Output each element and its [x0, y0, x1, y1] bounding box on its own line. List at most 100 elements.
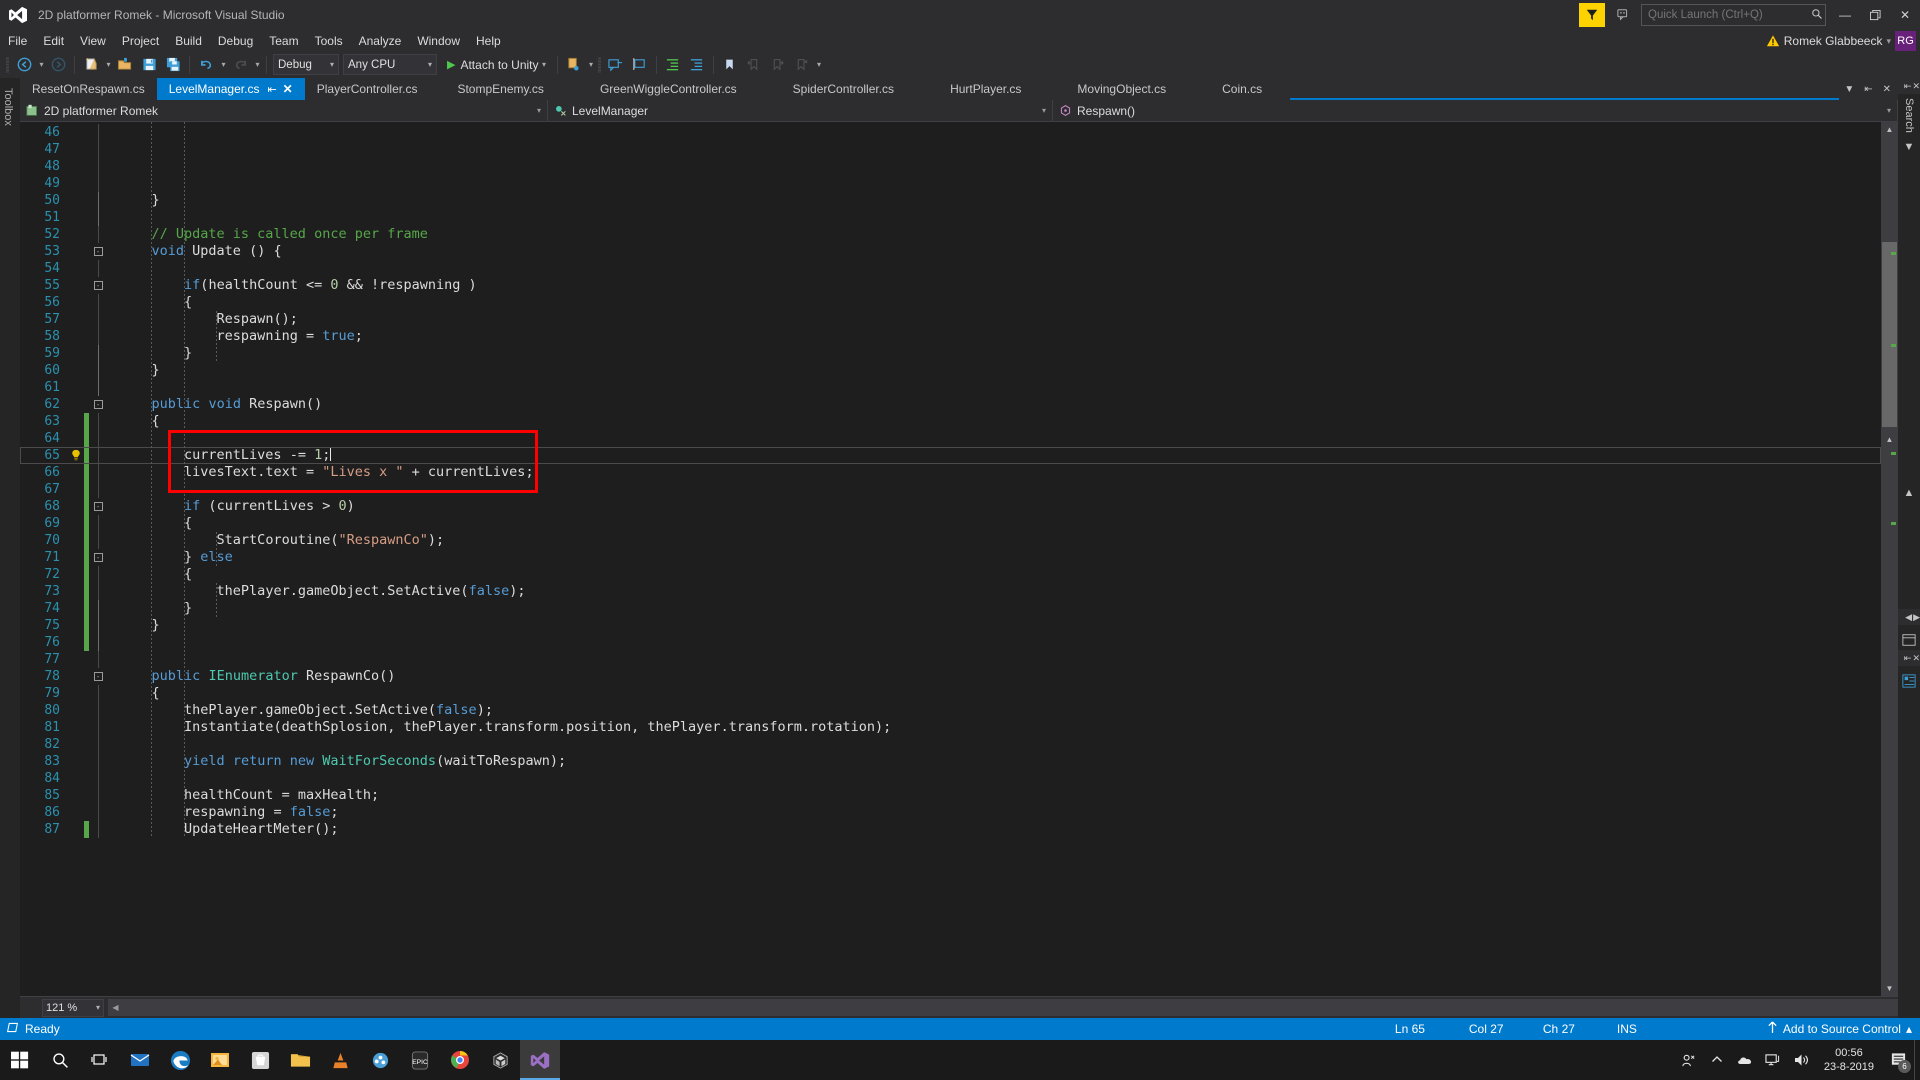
clear-bookmarks-icon[interactable] — [791, 54, 813, 76]
chevron-down-icon[interactable]: ▾ — [540, 60, 549, 69]
horizontal-scrollbar-track[interactable]: ◀ — [108, 999, 1898, 1016]
fold-toggle-icon[interactable]: - — [89, 553, 107, 562]
taskbar-epic-games-icon[interactable]: EPIC — [400, 1040, 440, 1080]
lightbulb-suggestion-icon[interactable] — [68, 449, 84, 462]
code-line[interactable]: 54 — [20, 260, 1881, 277]
code-line[interactable]: 53 - void Update () { — [20, 243, 1881, 260]
toolbar-grip[interactable] — [596, 56, 604, 74]
menu-help[interactable]: Help — [468, 32, 509, 50]
menu-build[interactable]: Build — [167, 32, 210, 50]
code-line[interactable]: 58 respawning = true; — [20, 328, 1881, 345]
code-line[interactable]: 79 { — [20, 685, 1881, 702]
search-filter-icon[interactable]: ▼ — [1904, 141, 1915, 153]
code-line[interactable]: 66 livesText.text = "Lives x " + current… — [20, 464, 1881, 481]
tab-SpiderController[interactable]: SpiderController.cs — [764, 78, 923, 100]
code-surface[interactable]: 46 47 48 49 50 } 51 52 // Update is called onc… — [20, 122, 1881, 996]
action-center-icon[interactable]: 6 — [1884, 1040, 1912, 1080]
close-window-button[interactable]: ✕ — [1890, 0, 1920, 30]
code-line[interactable]: 77 — [20, 651, 1881, 668]
code-line[interactable]: 59 } — [20, 345, 1881, 362]
close-icon[interactable]: ✕ — [1912, 653, 1920, 664]
people-icon[interactable] — [1676, 1040, 1702, 1080]
send-feedback-flag-icon[interactable] — [1579, 3, 1605, 27]
taskbar-clock[interactable]: 00:56 23-8-2019 — [1816, 1046, 1882, 1074]
undo-icon[interactable] — [195, 54, 217, 76]
code-line[interactable]: 76 — [20, 634, 1881, 651]
menu-project[interactable]: Project — [114, 32, 167, 50]
solution-platform-combo[interactable]: Any CPU ▾ — [343, 54, 437, 75]
pin-icon[interactable]: ⇤ — [267, 83, 276, 96]
toolbar-overflow-button[interactable]: ▾ — [815, 60, 824, 69]
fold-toggle-icon[interactable]: - — [89, 247, 107, 256]
next-bookmark-icon[interactable] — [767, 54, 789, 76]
taskbar-search-icon[interactable] — [40, 1040, 80, 1080]
maximize-window-button[interactable] — [1860, 0, 1890, 30]
pin-window-icon[interactable]: ⇤ — [1859, 84, 1877, 95]
scrollbar-thumb[interactable] — [1882, 242, 1897, 427]
taskbar-file-explorer-icon[interactable] — [280, 1040, 320, 1080]
close-tab-icon[interactable]: ✕ — [283, 82, 293, 96]
code-line[interactable]: 72 { — [20, 566, 1881, 583]
taskbar-unity-icon[interactable] — [480, 1040, 520, 1080]
new-project-icon[interactable] — [80, 54, 102, 76]
account-area[interactable]: Romek Glabbeeck ▾ RG — [1766, 30, 1916, 52]
code-lines[interactable]: 46 47 48 49 50 } 51 52 // Update is called onc… — [20, 122, 1881, 838]
code-line[interactable]: 71 - } else — [20, 549, 1881, 566]
code-line[interactable]: 51 — [20, 209, 1881, 226]
chevron-up-icon[interactable]: ▴ — [1906, 1022, 1912, 1036]
volume-speaker-icon[interactable] — [1788, 1040, 1814, 1080]
fold-toggle-icon[interactable]: - — [89, 281, 107, 290]
navbar-member-combo[interactable]: Respawn() ▾ — [1053, 100, 1898, 121]
new-project-dropdown[interactable]: ▾ — [104, 60, 113, 69]
code-line[interactable]: 73 thePlayer.gameObject.SetActive(false)… — [20, 583, 1881, 600]
code-line[interactable]: 82 — [20, 736, 1881, 753]
code-line[interactable]: 47 — [20, 141, 1881, 158]
taskbar-visual-studio-icon[interactable] — [520, 1040, 560, 1080]
code-line[interactable]: 48 — [20, 158, 1881, 175]
taskbar-google-chrome-icon[interactable] — [440, 1040, 480, 1080]
tab-GreenWiggleController[interactable]: GreenWiggleController.cs — [571, 78, 765, 100]
menu-edit[interactable]: Edit — [35, 32, 72, 50]
code-line[interactable]: 67 — [20, 481, 1881, 498]
pin-icon[interactable]: ⇤ — [1904, 81, 1912, 92]
code-line[interactable]: 83 yield return new WaitForSeconds(waitT… — [20, 753, 1881, 770]
code-line[interactable]: 63 { — [20, 413, 1881, 430]
search-panel-label[interactable]: Search — [1903, 98, 1915, 133]
code-line[interactable]: 60 } — [20, 362, 1881, 379]
feedback-smiley-icon[interactable] — [1611, 3, 1637, 27]
navigate-back-icon[interactable] — [13, 54, 35, 76]
step-into-icon[interactable] — [563, 54, 585, 76]
scroll-left-arrow[interactable]: ◀ — [108, 999, 123, 1016]
tab-StompEnemy[interactable]: StompEnemy.cs — [429, 78, 572, 100]
panel-left-arrow-icon[interactable]: ◀ — [1905, 612, 1912, 623]
code-line[interactable]: 56 { — [20, 294, 1881, 311]
code-line[interactable]: 61 — [20, 379, 1881, 396]
uncomment-selection-icon[interactable] — [629, 54, 651, 76]
menu-debug[interactable]: Debug — [210, 32, 261, 50]
add-to-source-control-button[interactable]: Add to Source Control ▴ — [1767, 1021, 1920, 1037]
menu-tools[interactable]: Tools — [307, 32, 351, 50]
solution-explorer-collapse-icon[interactable]: ▲ — [1904, 487, 1915, 499]
menu-team[interactable]: Team — [261, 32, 306, 50]
taskbar-vlc-icon[interactable] — [320, 1040, 360, 1080]
redo-icon[interactable] — [229, 54, 251, 76]
code-line[interactable]: 62 - public void Respawn() — [20, 396, 1881, 413]
toolbar-grip[interactable] — [4, 56, 12, 74]
taskbar-microsoft-edge-icon[interactable] — [160, 1040, 200, 1080]
code-line[interactable]: 78 - public IEnumerator RespawnCo() — [20, 668, 1881, 685]
show-hidden-icons-chevron[interactable] — [1704, 1040, 1730, 1080]
code-line[interactable]: 52 // Update is called once per frame — [20, 226, 1881, 243]
quick-launch-box[interactable] — [1641, 4, 1826, 26]
tab-MovingObject[interactable]: MovingObject.cs — [1049, 78, 1195, 100]
pin-icon[interactable]: ⇤ — [1904, 653, 1912, 664]
navbar-type-combo[interactable]: LevelManager ▾ — [548, 100, 1053, 121]
taskbar-microsoft-store-icon[interactable] — [240, 1040, 280, 1080]
close-window-icon[interactable]: ✕ — [1878, 84, 1896, 95]
step-dropdown[interactable]: ▾ — [587, 60, 596, 69]
account-name[interactable]: Romek Glabbeeck — [1784, 34, 1883, 48]
code-line[interactable]: 81 Instantiate(deathSplosion, thePlayer.… — [20, 719, 1881, 736]
comment-selection-icon[interactable] — [605, 54, 627, 76]
scroll-down-arrow[interactable]: ▼ — [1881, 981, 1898, 996]
redo-dropdown[interactable]: ▾ — [253, 60, 262, 69]
increase-indent-icon[interactable] — [662, 54, 684, 76]
